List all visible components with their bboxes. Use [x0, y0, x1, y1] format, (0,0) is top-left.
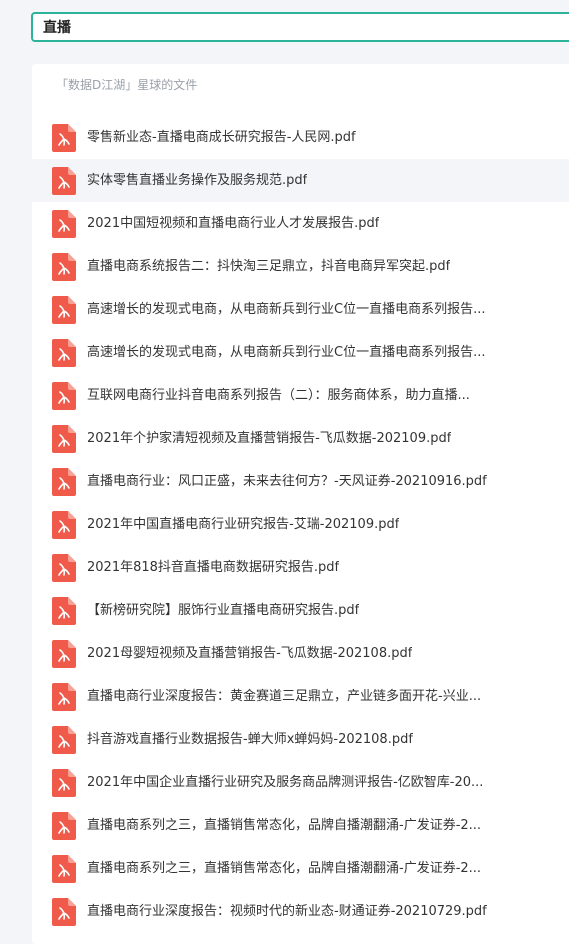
file-list-item[interactable]: 高速增长的发现式电商，从电商新兵到行业C位一直播电商系列报告... — [32, 331, 569, 374]
file-list-item[interactable]: 高速增长的发现式电商，从电商新兵到行业C位一直播电商系列报告... — [32, 288, 569, 331]
file-name: 直播电商行业：风口正盛，未来去往何方？-天风证券-20210916.pdf — [87, 474, 487, 489]
file-name: 零售新业态-直播电商成长研究报告-人民网.pdf — [87, 130, 356, 145]
file-list-item[interactable]: 2021中国短视频和直播电商行业人才发展报告.pdf — [32, 202, 569, 245]
file-name: 高速增长的发现式电商，从电商新兵到行业C位一直播电商系列报告... — [87, 345, 486, 360]
file-name: 实体零售直播业务操作及服务规范.pdf — [87, 173, 308, 188]
pdf-icon — [52, 425, 76, 453]
search-bar — [0, 0, 569, 56]
file-name: 互联网电商行业抖音电商系列报告（二）：服务商体系，助力直播... — [87, 388, 470, 403]
file-name: 2021中国短视频和直播电商行业人才发展报告.pdf — [87, 216, 380, 231]
pdf-icon — [52, 296, 76, 324]
file-list-item[interactable]: 2021年中国直播电商行业研究报告-艾瑞-202109.pdf — [32, 503, 569, 546]
pdf-icon — [52, 167, 76, 195]
file-name: 高速增长的发现式电商，从电商新兵到行业C位一直播电商系列报告... — [87, 302, 486, 317]
file-name: 直播电商系统报告二：抖快淘三足鼎立，抖音电商异军突起.pdf — [87, 259, 451, 274]
file-list-item[interactable]: 实体零售直播业务操作及服务规范.pdf — [32, 159, 569, 202]
pdf-icon — [52, 597, 76, 625]
pdf-icon — [52, 898, 76, 926]
file-name: 2021年个护家清短视频及直播营销报告-飞瓜数据-202109.pdf — [87, 431, 452, 446]
file-name: 直播电商系列之三，直播销售常态化，品牌自播潮翻涌-广发证券-2... — [87, 818, 482, 833]
pdf-icon — [52, 554, 76, 582]
pdf-icon — [52, 769, 76, 797]
search-box[interactable] — [31, 12, 569, 42]
pdf-icon — [52, 855, 76, 883]
file-list-item[interactable]: 2021年个护家清短视频及直播营销报告-飞瓜数据-202109.pdf — [32, 417, 569, 460]
file-name: 2021年818抖音直播电商数据研究报告.pdf — [87, 560, 340, 575]
pdf-icon — [52, 382, 76, 410]
file-list-item[interactable]: 直播电商行业深度报告：视频时代的新业态-财通证券-20210729.pdf — [32, 890, 569, 933]
file-list-item[interactable]: 直播电商系列之三，直播销售常态化，品牌自播潮翻涌-广发证券-2... — [32, 804, 569, 847]
pdf-icon — [52, 210, 76, 238]
file-name: 2021母婴短视频及直播营销报告-飞瓜数据-202108.pdf — [87, 646, 413, 661]
pdf-icon — [52, 124, 76, 152]
pdf-icon — [52, 683, 76, 711]
pdf-icon — [52, 468, 76, 496]
file-name: 直播电商系列之三，直播销售常态化，品牌自播潮翻涌-广发证券-2... — [87, 861, 482, 876]
file-panel: 「数据D江湖」星球的文件 零售新业态-直播电商成长研究报告-人民网.pdf 实体零… — [32, 64, 569, 944]
file-name: 2021年中国直播电商行业研究报告-艾瑞-202109.pdf — [87, 517, 400, 532]
pdf-icon — [52, 511, 76, 539]
file-name: 直播电商行业深度报告：黄金赛道三足鼎立，产业链多面开花-兴业... — [87, 689, 482, 704]
search-input[interactable] — [43, 14, 543, 40]
pdf-icon — [52, 726, 76, 754]
file-name: 【新榜研究院】服饰行业直播电商研究报告.pdf — [87, 603, 360, 618]
file-list: 零售新业态-直播电商成长研究报告-人民网.pdf 实体零售直播业务操作及服务规范.… — [32, 116, 569, 933]
pdf-icon — [52, 339, 76, 367]
file-list-item[interactable]: 2021母婴短视频及直播营销报告-飞瓜数据-202108.pdf — [32, 632, 569, 675]
file-name: 直播电商行业深度报告：视频时代的新业态-财通证券-20210729.pdf — [87, 904, 487, 919]
file-list-item[interactable]: 【新榜研究院】服饰行业直播电商研究报告.pdf — [32, 589, 569, 632]
file-list-item[interactable]: 直播电商系列之三，直播销售常态化，品牌自播潮翻涌-广发证券-2... — [32, 847, 569, 890]
pdf-icon — [52, 253, 76, 281]
file-name: 抖音游戏直播行业数据报告-蝉大师x蝉妈妈-202108.pdf — [87, 732, 413, 747]
file-list-item[interactable]: 零售新业态-直播电商成长研究报告-人民网.pdf — [32, 116, 569, 159]
panel-title: 「数据D江湖」星球的文件 — [56, 78, 198, 92]
file-list-item[interactable]: 直播电商行业深度报告：黄金赛道三足鼎立，产业链多面开花-兴业... — [32, 675, 569, 718]
file-list-item[interactable]: 2021年中国企业直播行业研究及服务商品牌测评报告-亿欧智库-20... — [32, 761, 569, 804]
file-list-item[interactable]: 抖音游戏直播行业数据报告-蝉大师x蝉妈妈-202108.pdf — [32, 718, 569, 761]
pdf-icon — [52, 812, 76, 840]
file-name: 2021年中国企业直播行业研究及服务商品牌测评报告-亿欧智库-20... — [87, 775, 484, 790]
file-list-item[interactable]: 直播电商系统报告二：抖快淘三足鼎立，抖音电商异军突起.pdf — [32, 245, 569, 288]
pdf-icon — [52, 640, 76, 668]
file-list-item[interactable]: 直播电商行业：风口正盛，未来去往何方？-天风证券-20210916.pdf — [32, 460, 569, 503]
file-list-item[interactable]: 2021年818抖音直播电商数据研究报告.pdf — [32, 546, 569, 589]
file-list-item[interactable]: 互联网电商行业抖音电商系列报告（二）：服务商体系，助力直播... — [32, 374, 569, 417]
